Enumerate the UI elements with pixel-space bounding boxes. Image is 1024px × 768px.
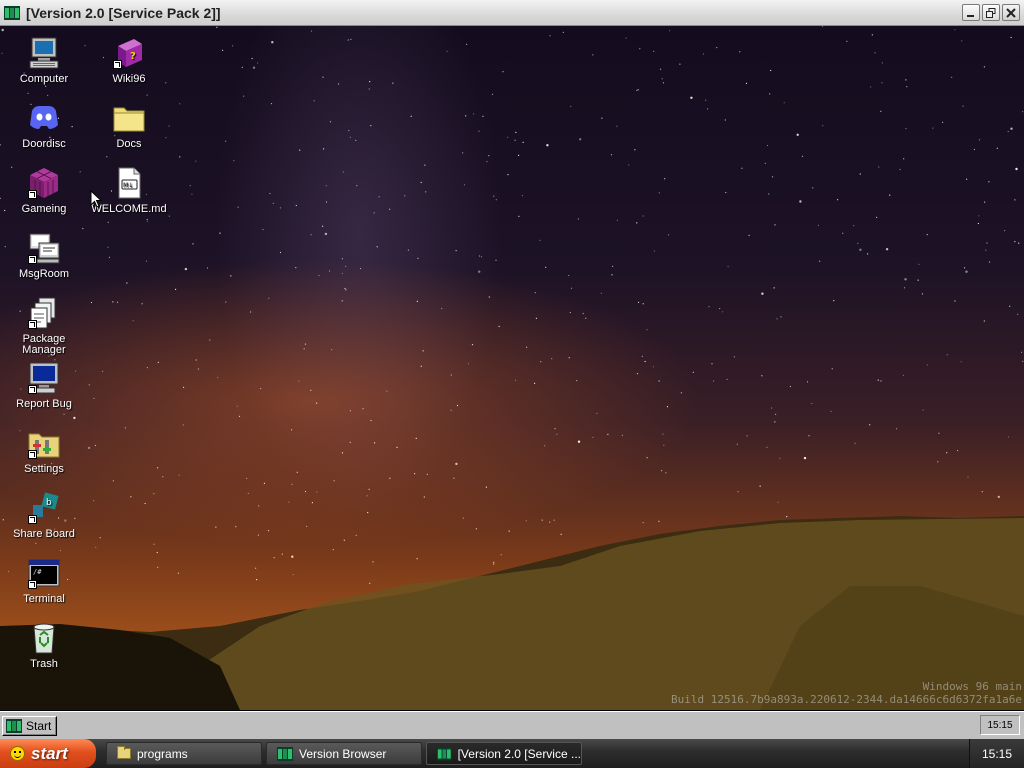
desktop-icon-label: MsgRoom bbox=[18, 268, 70, 280]
w96-start-label: Start bbox=[26, 718, 52, 733]
xp-start-button[interactable]: start bbox=[0, 739, 96, 768]
system-tray-clock[interactable]: 15:15 bbox=[969, 739, 1024, 768]
w96-taskbar: Start 15:15 bbox=[0, 711, 1024, 739]
build-watermark: Windows 96 main Build 12516.7b9a893a.220… bbox=[671, 680, 1022, 706]
desktop[interactable]: Computer Doordisc Gameing MsgRoom Packag… bbox=[0, 26, 1024, 710]
svg-text:M↓: M↓ bbox=[123, 182, 133, 189]
shortcut-arrow-icon bbox=[28, 580, 37, 589]
desktop-icon-gameing[interactable]: Gameing bbox=[6, 166, 82, 215]
shortcut-arrow-icon bbox=[113, 60, 122, 69]
desktop-icon-label: Share Board bbox=[13, 528, 75, 540]
desktop-icon-label: Trash bbox=[30, 658, 58, 670]
windows96-app-icon bbox=[277, 746, 293, 761]
minimize-button[interactable] bbox=[962, 4, 980, 21]
desktop-icon-label: Settings bbox=[24, 463, 64, 475]
desktop-icon-wiki96[interactable]: ? Wiki96 bbox=[91, 36, 167, 85]
minimize-icon bbox=[967, 14, 974, 17]
xp-start-label: start bbox=[31, 743, 68, 763]
desktop-icon-terminal[interactable]: /# Terminal bbox=[6, 556, 82, 605]
windows96-app-icon bbox=[6, 718, 22, 733]
computer-icon bbox=[29, 37, 59, 69]
desktop-icon-label: WELCOME.md bbox=[91, 203, 167, 215]
desktop-icon-welcome-md[interactable]: M↓ WELCOME.md bbox=[91, 166, 167, 215]
taskbar-item-label: [Version 2.0 [Service ... bbox=[457, 746, 581, 761]
desktop-icon-docs[interactable]: Docs bbox=[91, 101, 167, 150]
mouse-cursor-icon bbox=[90, 190, 102, 208]
desktop-icon-settings[interactable]: Settings bbox=[6, 426, 82, 475]
xp-taskbar: start programs Version Browser [Version … bbox=[0, 739, 1024, 768]
desktop-icon-trash[interactable]: Trash bbox=[6, 621, 82, 670]
svg-text:?: ? bbox=[130, 51, 136, 62]
close-icon bbox=[1006, 7, 1016, 18]
desktop-icon-label: Wiki96 bbox=[112, 73, 146, 85]
markdown-file-icon: M↓ bbox=[118, 167, 141, 199]
desktop-icon-label: Package Manager bbox=[22, 333, 66, 356]
desktop-icon-msgroom[interactable]: MsgRoom bbox=[6, 231, 82, 280]
desktop-icon-share-board[interactable]: b Share Board bbox=[6, 491, 82, 540]
windows96-app-icon bbox=[437, 747, 452, 760]
folder-icon bbox=[117, 746, 131, 759]
desktop-icon-label: Gameing bbox=[21, 203, 67, 215]
taskbar-item-programs[interactable]: programs bbox=[106, 742, 262, 765]
window-title: [Version 2.0 [Service Pack 2]] bbox=[26, 4, 221, 21]
taskbar-item-label: Version Browser bbox=[299, 746, 387, 761]
shortcut-arrow-icon bbox=[28, 255, 37, 264]
watermark-line: Windows 96 main bbox=[922, 680, 1022, 693]
smiley-icon bbox=[10, 746, 25, 761]
close-button[interactable] bbox=[1002, 4, 1020, 21]
svg-text:b: b bbox=[46, 498, 52, 508]
shortcut-arrow-icon bbox=[28, 515, 37, 524]
desktop-icon-label: Terminal bbox=[23, 593, 65, 605]
desktop-icon-label: Docs bbox=[116, 138, 142, 150]
watermark-line: Build 12516.7b9a893a.220612-2344.da14666… bbox=[671, 693, 1022, 706]
clock-text: 15:15 bbox=[981, 746, 1013, 761]
desktop-icon-label: Computer bbox=[19, 73, 69, 85]
taskbar-item-label: programs bbox=[137, 746, 188, 761]
desktop-icon-label: Report Bug bbox=[16, 398, 72, 410]
shortcut-arrow-icon bbox=[28, 190, 37, 199]
shortcut-arrow-icon bbox=[28, 385, 37, 394]
taskbar-item-version-window[interactable]: [Version 2.0 [Service ... bbox=[426, 742, 582, 765]
taskbar-item-version-browser[interactable]: Version Browser bbox=[266, 742, 422, 765]
desktop-icon-label: Doordisc bbox=[22, 138, 66, 150]
desktop-icon-package-manager[interactable]: Package Manager bbox=[6, 296, 82, 356]
desktop-icon-doordisc[interactable]: Doordisc bbox=[6, 101, 82, 150]
restore-button[interactable] bbox=[982, 4, 1000, 21]
window-title-bar[interactable]: [Version 2.0 [Service Pack 2]] bbox=[0, 0, 1024, 26]
folder-icon bbox=[113, 107, 145, 132]
shortcut-arrow-icon bbox=[28, 320, 37, 329]
shortcut-arrow-icon bbox=[28, 450, 37, 459]
desktop-icon-computer[interactable]: Computer bbox=[6, 36, 82, 85]
windows96-app-icon bbox=[4, 5, 20, 20]
w96-clock[interactable]: 15:15 bbox=[980, 715, 1020, 735]
w96-start-button[interactable]: Start bbox=[2, 715, 58, 736]
discord-icon bbox=[30, 106, 58, 129]
desktop-icon-report-bug[interactable]: Report Bug bbox=[6, 361, 82, 410]
recycle-bin-icon bbox=[33, 623, 55, 654]
restore-icon bbox=[986, 7, 996, 18]
svg-text:/#: /# bbox=[33, 568, 42, 576]
